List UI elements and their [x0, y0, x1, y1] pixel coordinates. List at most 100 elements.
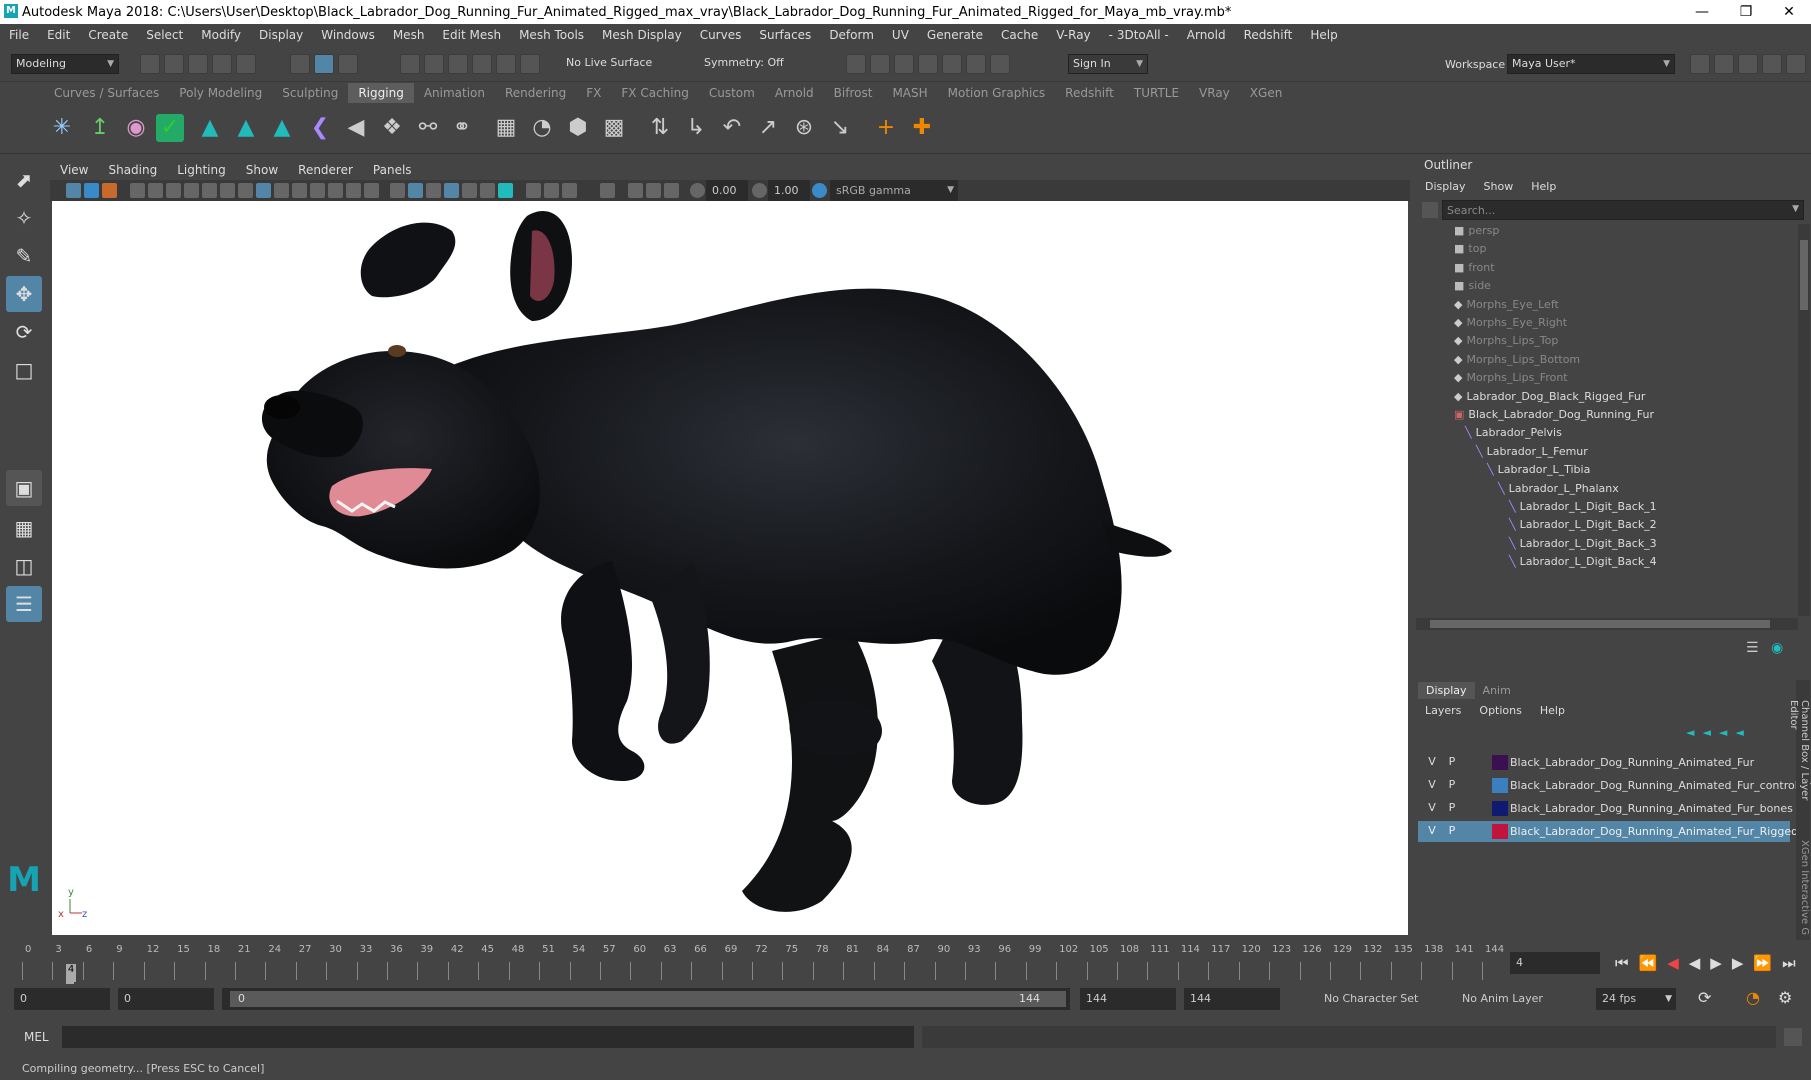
- single-perspective-layout-icon[interactable]: ▣: [6, 470, 42, 506]
- playback-toggle[interactable]: P: [1444, 778, 1460, 791]
- menu-generate[interactable]: Generate: [918, 28, 992, 42]
- auto-key-icon[interactable]: ◔: [1746, 988, 1760, 1007]
- exposure-field[interactable]: 0.00: [706, 180, 748, 201]
- shelf-tab-curves-surfaces[interactable]: Curves / Surfaces: [44, 83, 169, 103]
- menu-mesh-tools[interactable]: Mesh Tools: [510, 28, 593, 42]
- wireframe-icon[interactable]: [256, 183, 271, 198]
- loop-icon[interactable]: ⟳: [1698, 988, 1711, 1007]
- playback-toggle[interactable]: P: [1444, 824, 1460, 837]
- layer-menu-options[interactable]: Options: [1470, 704, 1530, 717]
- save-scene-icon[interactable]: [188, 54, 208, 74]
- close-button[interactable]: ✕: [1767, 0, 1811, 24]
- viewport-menu-lighting[interactable]: Lighting: [167, 163, 236, 177]
- gamma-field[interactable]: 1.00: [768, 180, 810, 201]
- menu-file[interactable]: File: [0, 28, 38, 42]
- menu-arnold[interactable]: Arnold: [1178, 28, 1235, 42]
- gate-mask-icon[interactable]: [238, 183, 253, 198]
- quick-rig-icon[interactable]: ⚯: [412, 112, 444, 144]
- step-forward-key-icon[interactable]: ⏩: [1753, 954, 1772, 972]
- shelf-tab-animation[interactable]: Animation: [414, 83, 495, 103]
- symmetry-dropdown[interactable]: Symmetry: Off: [700, 54, 810, 74]
- render-frame-icon[interactable]: [846, 54, 866, 74]
- step-forward-frame-icon[interactable]: ▶: [1732, 954, 1744, 972]
- motion-blur-icon[interactable]: [480, 183, 495, 198]
- ik-handle-icon[interactable]: ↥: [84, 112, 116, 144]
- menu-3dtoall[interactable]: - 3DtoAll -: [1100, 28, 1178, 42]
- sign-in-button[interactable]: Sign In ▼: [1068, 54, 1148, 74]
- menu-deform[interactable]: Deform: [820, 28, 883, 42]
- render-sequence-icon[interactable]: [870, 54, 890, 74]
- antialias-icon[interactable]: [498, 183, 513, 198]
- shelf-tab-motion-graphics[interactable]: Motion Graphics: [938, 83, 1056, 103]
- channel-box-side-tab[interactable]: Channel Box / Layer Editor: [1788, 700, 1810, 820]
- new-scene-icon[interactable]: [140, 54, 160, 74]
- outliner-menu-show[interactable]: Show: [1475, 180, 1523, 193]
- xray-joints-icon[interactable]: [600, 183, 615, 198]
- menu-display[interactable]: Display: [250, 28, 312, 42]
- current-frame-field[interactable]: 4: [1510, 952, 1600, 974]
- driven-key-icon[interactable]: ✚: [906, 112, 938, 144]
- character-set-dropdown[interactable]: No Character Set: [1318, 988, 1444, 1010]
- menu-surfaces[interactable]: Surfaces: [750, 28, 820, 42]
- layout-icon-5[interactable]: [1786, 54, 1806, 74]
- viewport-menu-show[interactable]: Show: [236, 163, 288, 177]
- menu-edit[interactable]: Edit: [38, 28, 79, 42]
- move-tool-icon[interactable]: ✥: [6, 276, 42, 312]
- lasso-tool-icon[interactable]: ✧: [6, 200, 42, 236]
- select-object-icon[interactable]: [314, 54, 334, 74]
- workspace-dropdown[interactable]: Maya User* ▼: [1507, 54, 1675, 74]
- hik-icon[interactable]: ❖: [376, 112, 408, 144]
- hud-icon[interactable]: [562, 183, 577, 198]
- menu-modify[interactable]: Modify: [192, 28, 250, 42]
- menu-create[interactable]: Create: [79, 28, 137, 42]
- shelf-tab-rigging[interactable]: Rigging: [348, 83, 414, 103]
- film-gate-icon[interactable]: [202, 183, 217, 198]
- menu-v-ray[interactable]: V-Ray: [1047, 28, 1099, 42]
- color-space-dropdown[interactable]: sRGB gamma ▼: [830, 180, 958, 201]
- joint-tool-icon[interactable]: ✳: [46, 112, 78, 144]
- play-forwards-icon[interactable]: ▶: [1710, 954, 1722, 972]
- viewport-menu-shading[interactable]: Shading: [98, 163, 167, 177]
- parent-constraint-icon[interactable]: ⊛: [788, 112, 820, 144]
- shelf-tab-bifrost[interactable]: Bifrost: [824, 83, 883, 103]
- animation-start-field[interactable]: 0: [14, 988, 110, 1010]
- shelf-tab-vray[interactable]: VRay: [1189, 83, 1240, 103]
- visibility-toggle[interactable]: V: [1424, 801, 1440, 814]
- go-to-end-icon[interactable]: ⏭: [1782, 954, 1796, 972]
- playback-end-field[interactable]: 144: [1080, 988, 1176, 1010]
- xray-icon[interactable]: [364, 183, 379, 198]
- rotate-tool-icon[interactable]: ⟳: [6, 314, 42, 350]
- menu-curves[interactable]: Curves: [691, 28, 751, 42]
- outliner-hscrollbar[interactable]: [1416, 618, 1798, 630]
- shelf-tab-rendering[interactable]: Rendering: [495, 83, 576, 103]
- viewport-menu-renderer[interactable]: Renderer: [288, 163, 363, 177]
- shelf-tab-fx-caching[interactable]: FX Caching: [611, 83, 698, 103]
- ik-spline-icon[interactable]: ◉: [120, 112, 152, 144]
- scale-constraint-icon[interactable]: ↗: [752, 112, 784, 144]
- layer-menu-help[interactable]: Help: [1531, 704, 1574, 717]
- layout-icon-2[interactable]: [1714, 54, 1734, 74]
- image-plane-icon[interactable]: [130, 183, 145, 198]
- shelf-tab-poly-modeling[interactable]: Poly Modeling: [169, 83, 272, 103]
- 2d-pan-zoom-icon[interactable]: [148, 183, 163, 198]
- attribute-editor-icon[interactable]: ☰: [1746, 640, 1766, 660]
- layer-color-swatch[interactable]: [1492, 755, 1508, 770]
- menu-redshift[interactable]: Redshift: [1235, 28, 1302, 42]
- layout-icon-4[interactable]: [1762, 54, 1782, 74]
- viewport-menu-view[interactable]: View: [50, 163, 98, 177]
- menu-mesh[interactable]: Mesh: [384, 28, 434, 42]
- shelf-tab-turtle[interactable]: TURTLE: [1124, 83, 1189, 103]
- snap-vertex-icon[interactable]: [520, 54, 540, 74]
- blend-shape-icon[interactable]: ▩: [598, 112, 630, 144]
- shelf-tab-custom[interactable]: Custom: [699, 83, 765, 103]
- shelf-tab-redshift[interactable]: Redshift: [1055, 83, 1124, 103]
- snap-point-icon[interactable]: [448, 54, 468, 74]
- mirror-joint-icon[interactable]: ❮: [304, 112, 336, 144]
- snap-curve-icon[interactable]: [424, 54, 444, 74]
- shelf-tab-fx[interactable]: FX: [576, 83, 611, 103]
- resolution-gate-icon[interactable]: [220, 183, 235, 198]
- display-layer-row[interactable]: V P Black_Labrador_Dog_Running_Animated_Fu…: [1418, 775, 1811, 796]
- filter-icon[interactable]: [1422, 202, 1438, 218]
- outliner-menu-help[interactable]: Help: [1522, 180, 1565, 193]
- scale-tool-icon[interactable]: □: [6, 352, 42, 388]
